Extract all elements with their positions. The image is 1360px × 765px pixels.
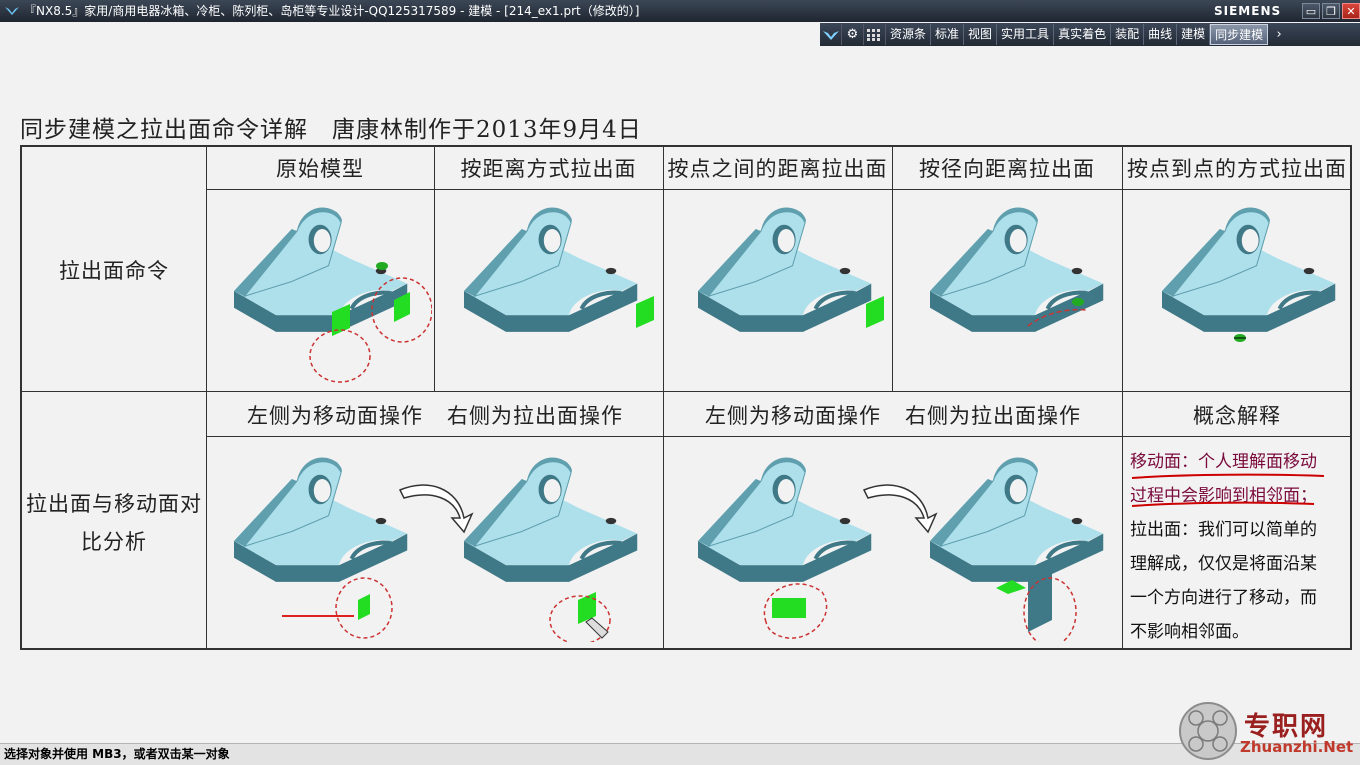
model-move-face-1 xyxy=(232,442,432,639)
nx-menu-icon[interactable] xyxy=(820,24,842,45)
explain-line: 一个方向进行了移动，而 xyxy=(1130,588,1317,608)
explain-line: 拉出面：我们可以简单的 xyxy=(1130,520,1317,540)
document-title: 同步建模之拉出面命令详解 唐康林制作于2013年9月4日 xyxy=(20,117,642,143)
close-button[interactable]: ✕ xyxy=(1342,3,1360,19)
tab-synchronous-modeling[interactable]: 同步建模 xyxy=(1210,24,1269,45)
header-radial-distance: 按径向距离拉出面 xyxy=(919,157,1095,181)
model-point-to-point xyxy=(1160,196,1360,342)
restore-button[interactable]: ❐ xyxy=(1322,3,1340,19)
explain-underline xyxy=(1131,473,1325,507)
title-bar: 『NX8.5』家用/商用电器冰箱、冷柜、陈列柜、岛柜等专业设计-QQ125317… xyxy=(0,0,1360,22)
command-toolbar: ⚙ 资源条 标准 视图 实用工具 真实着色 装配 曲线 建模 同步建模 › xyxy=(820,23,1360,46)
window-title: 『NX8.5』家用/商用电器冰箱、冷柜、陈列柜、岛柜等专业设计-QQ125317… xyxy=(24,4,640,18)
siemens-brand: SIEMENS xyxy=(1214,4,1282,18)
header-point-to-point: 按点到点的方式拉出面 xyxy=(1127,157,1347,181)
table-line xyxy=(663,145,664,650)
tab-standard[interactable]: 标准 xyxy=(931,24,965,45)
row-label-compare-line1: 拉出面与移动面对 xyxy=(26,492,202,516)
explain-line: 不影响相邻面。 xyxy=(1130,622,1249,642)
model-point-distance xyxy=(696,196,884,386)
header-concept: 概念解释 xyxy=(1193,404,1281,428)
tab-true-shading[interactable]: 真实着色 xyxy=(1054,24,1112,45)
tab-utility[interactable]: 实用工具 xyxy=(997,24,1055,45)
table-border-top xyxy=(20,145,1352,147)
table-border-left xyxy=(20,145,22,650)
model-radial-distance xyxy=(928,196,1128,386)
header-original-model: 原始模型 xyxy=(276,157,364,181)
explain-line: 理解成，仅仅是将面沿某 xyxy=(1130,554,1317,574)
minimize-button[interactable]: ▭ xyxy=(1302,3,1320,19)
grid-icon[interactable] xyxy=(864,24,886,45)
tab-curve[interactable]: 曲线 xyxy=(1144,24,1178,45)
overflow-chevron-icon[interactable]: › xyxy=(1268,24,1290,45)
row-label-compare-line2: 比分析 xyxy=(81,530,147,554)
status-bar: 选择对象并使用 MB3，或者双击某一对象 xyxy=(0,743,1360,765)
table-line xyxy=(206,145,207,650)
header-pull-face-right-2: 右侧为拉出面操作 xyxy=(905,404,1081,428)
tab-assembly[interactable]: 装配 xyxy=(1111,24,1145,45)
model-pull-face-1 xyxy=(462,442,662,642)
row-label-pull-face: 拉出面命令 xyxy=(59,259,169,283)
nx-logo-icon xyxy=(5,7,19,15)
gear-icon[interactable]: ⚙ xyxy=(842,24,864,45)
model-by-distance xyxy=(462,196,654,386)
status-prompt: 选择对象并使用 MB3，或者双击某一对象 xyxy=(4,747,230,761)
header-point-distance: 按点之间的距离拉出面 xyxy=(667,157,888,181)
model-move-face-2 xyxy=(696,442,896,639)
watermark-site: Zhuanzhi.Net xyxy=(1240,738,1354,756)
model-pull-face-2 xyxy=(928,442,1128,642)
table-line xyxy=(206,189,1352,190)
tab-resource-bar[interactable]: 资源条 xyxy=(886,24,932,45)
header-pull-face-right: 右侧为拉出面操作 xyxy=(447,404,623,428)
table-line xyxy=(206,436,1352,437)
header-by-distance: 按距离方式拉出面 xyxy=(460,157,637,181)
table-line xyxy=(20,391,1352,392)
header-move-face-left-2: 左侧为移动面操作 xyxy=(705,404,881,428)
header-move-face-left: 左侧为移动面操作 xyxy=(247,404,423,428)
tab-modeling[interactable]: 建模 xyxy=(1177,24,1211,45)
tab-view[interactable]: 视图 xyxy=(964,24,998,45)
model-original xyxy=(232,196,432,383)
